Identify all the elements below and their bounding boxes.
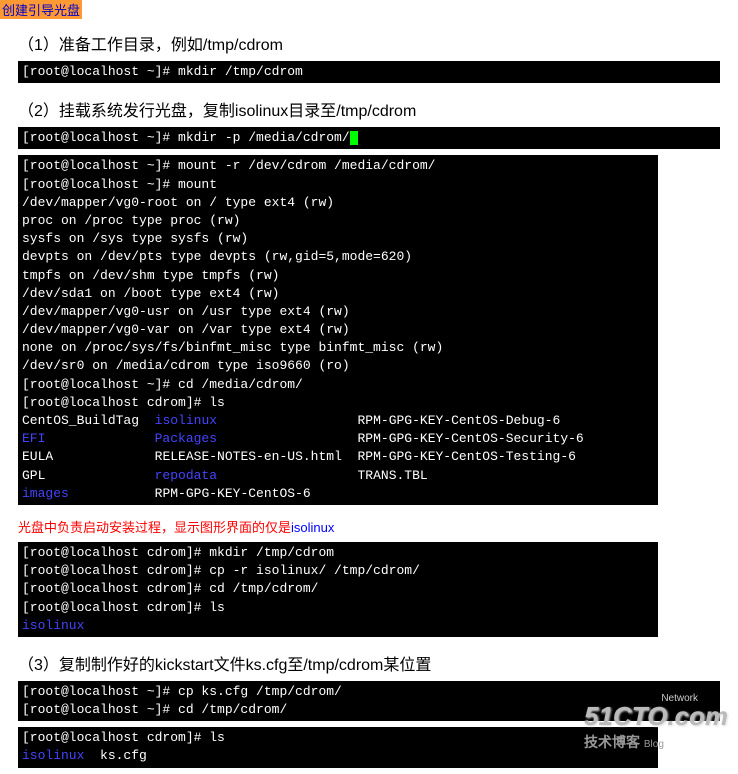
network-label: Network <box>661 693 698 704</box>
step2-title: （2）挂载系统发行光盘，复制isolinux目录至/tmp/cdrom <box>0 89 738 127</box>
terminal-step3-ls: [root@localhost cdrom]# ls isolinux ks.c… <box>18 727 658 767</box>
terminal-step2-mount: [root@localhost ~]# mount -r /dev/cdrom … <box>18 155 658 505</box>
terminal-step2-copy: [root@localhost cdrom]# mkdir /tmp/cdrom… <box>18 542 658 637</box>
note-prefix: 光盘中负责启动安装过程，显示图形界面的仅是 <box>18 520 291 535</box>
ls-c3: RPM-GPG-KEY-CentOS-Debug-6 <box>358 413 561 428</box>
mount-output: [root@localhost ~]# mount -r /dev/cdrom … <box>22 158 443 409</box>
ls-c2: RELEASE-NOTES-en-US.html <box>155 449 342 464</box>
ls-c2: RPM-GPG-KEY-CentOS-6 <box>155 486 311 501</box>
ls-c2: Packages <box>155 431 217 446</box>
section-tag: 创建引导光盘 <box>0 0 82 19</box>
cmd-text: [root@localhost ~]# mkdir -p /media/cdro… <box>22 130 350 145</box>
ls-c2: isolinux <box>155 413 217 428</box>
step1-title: （1）准备工作目录，例如/tmp/cdrom <box>0 23 738 61</box>
ls-c3: TRANS.TBL <box>357 468 427 483</box>
ls-out1: isolinux <box>22 748 84 763</box>
ls-c2: repodata <box>155 468 217 483</box>
ls-c1: EFI <box>22 431 45 446</box>
ls-c1: GPL <box>22 468 45 483</box>
note-highlight: isolinux <box>291 520 334 535</box>
ls-c1: images <box>22 486 69 501</box>
cursor-icon <box>350 131 358 145</box>
ls-c3: RPM-GPG-KEY-CentOS-Testing-6 <box>357 449 575 464</box>
copy-cmds: [root@localhost cdrom]# mkdir /tmp/cdrom… <box>22 545 420 615</box>
ls-c1: CentOS_BuildTag <box>22 413 139 428</box>
terminal-step2-mkdir: [root@localhost ~]# mkdir -p /media/cdro… <box>18 127 720 149</box>
ls-out2: ks.cfg <box>84 748 146 763</box>
copy-ls-output: isolinux <box>22 618 84 633</box>
step3-title: （3）复制制作好的kickstart文件ks.cfg至/tmp/cdrom某位置 <box>0 643 738 681</box>
ls-c3: RPM-GPG-KEY-CentOS-Security-6 <box>357 431 583 446</box>
ls-cmd: [root@localhost cdrom]# ls <box>22 730 225 745</box>
note-isolinux: 光盘中负责启动安装过程，显示图形界面的仅是isolinux <box>0 511 738 542</box>
ls-c1: EULA <box>22 449 53 464</box>
terminal-step1: [root@localhost ~]# mkdir /tmp/cdrom <box>18 61 720 83</box>
